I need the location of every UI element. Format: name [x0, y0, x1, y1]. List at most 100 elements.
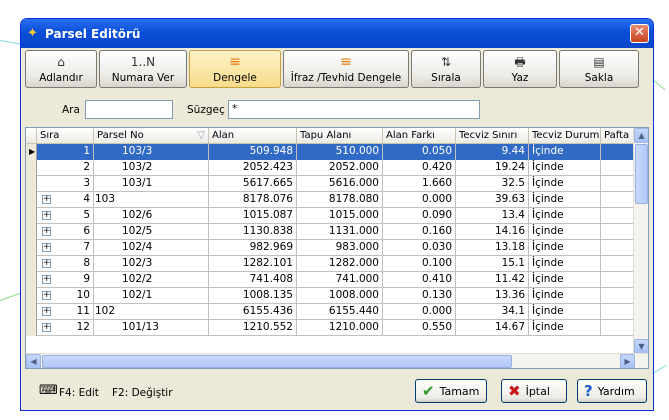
- cell-alan[interactable]: 2052.423: [209, 160, 297, 176]
- cell-alan[interactable]: 8178.076: [209, 192, 297, 208]
- cell-alan[interactable]: 509.948: [209, 144, 297, 160]
- cell-durum[interactable]: İçinde: [529, 224, 601, 240]
- yaz-button[interactable]: 🖶 Yaz: [483, 50, 557, 88]
- table-row[interactable]: 4 103 8178.076 8178.080 0.000 39.63 İçinde +: [26, 192, 641, 208]
- scroll-down-icon[interactable]: ▼: [634, 339, 648, 354]
- table-row[interactable]: 5 102/6 1015.087 1015.000 0.090 13.4 İçinde +: [26, 208, 641, 224]
- cell-sinir[interactable]: 9.44: [456, 144, 529, 160]
- cell-fark[interactable]: 0.160: [383, 224, 456, 240]
- table-row[interactable]: 12 101/13 1210.552 1210.000 0.550 14.67 İçinde…: [26, 320, 641, 336]
- cell-sinir[interactable]: 32.5: [456, 176, 529, 192]
- cell-fark[interactable]: 0.090: [383, 208, 456, 224]
- cell-tapu[interactable]: 741.000: [297, 272, 383, 288]
- expand-icon[interactable]: +: [42, 275, 51, 284]
- cell-parsel[interactable]: 103: [94, 192, 209, 208]
- cell-alan[interactable]: 1130.838: [209, 224, 297, 240]
- cell-tapu[interactable]: 5616.000: [297, 176, 383, 192]
- table-row[interactable]: 6 102/5 1130.838 1131.000 0.160 14.16 İçinde +: [26, 224, 641, 240]
- cell-parsel[interactable]: 102/1: [94, 288, 209, 304]
- cell-durum[interactable]: İçinde: [529, 208, 601, 224]
- cell-durum[interactable]: İçinde: [529, 304, 601, 320]
- expand-icon[interactable]: +: [42, 259, 51, 268]
- cell-parsel[interactable]: 102: [94, 304, 209, 320]
- ifraz-tevhid-dengele-button[interactable]: ≡ İfraz /Tevhid Dengele: [283, 50, 409, 88]
- table-row[interactable]: ▶ 1 103/3 509.948 510.000 0.050 9.44 İçinde: [26, 144, 641, 160]
- cell-durum[interactable]: İçinde: [529, 288, 601, 304]
- cell-fark[interactable]: 0.000: [383, 304, 456, 320]
- header-sira[interactable]: Sıra: [37, 128, 94, 144]
- cell-parsel[interactable]: 102/2: [94, 272, 209, 288]
- scroll-right-icon[interactable]: ▶: [620, 354, 635, 368]
- title-bar[interactable]: ✦ Parsel Editörü: [21, 19, 653, 48]
- expand-icon[interactable]: +: [42, 307, 51, 316]
- cell-durum[interactable]: İçinde: [529, 256, 601, 272]
- cell-fark[interactable]: 0.550: [383, 320, 456, 336]
- cell-alan[interactable]: 982.969: [209, 240, 297, 256]
- cell-tapu[interactable]: 1282.000: [297, 256, 383, 272]
- cell-sinir[interactable]: 34.1: [456, 304, 529, 320]
- cell-fark[interactable]: 1.660: [383, 176, 456, 192]
- cell-parsel[interactable]: 101/13: [94, 320, 209, 336]
- cell-alan[interactable]: 1008.135: [209, 288, 297, 304]
- table-row[interactable]: 9 102/2 741.408 741.000 0.410 11.42 İçinde +: [26, 272, 641, 288]
- cell-tapu[interactable]: 8178.080: [297, 192, 383, 208]
- header-tecviz-siniri[interactable]: Tecviz Sınırı: [456, 128, 529, 144]
- table-row[interactable]: 10 102/1 1008.135 1008.000 0.130 13.36 İçinde +: [26, 288, 641, 304]
- cell-parsel[interactable]: 102/5: [94, 224, 209, 240]
- cell-sira[interactable]: 3: [37, 176, 94, 192]
- expand-icon[interactable]: +: [42, 211, 51, 220]
- expand-icon[interactable]: +: [42, 291, 51, 300]
- cell-durum[interactable]: İçinde: [529, 240, 601, 256]
- table-row[interactable]: 7 102/4 982.969 983.000 0.030 13.18 İçinde +: [26, 240, 641, 256]
- cell-tapu[interactable]: 1131.000: [297, 224, 383, 240]
- cell-sira[interactable]: 2: [37, 160, 94, 176]
- cell-alan[interactable]: 1282.101: [209, 256, 297, 272]
- expand-icon[interactable]: +: [42, 195, 51, 204]
- suzgec-input[interactable]: *: [228, 100, 480, 119]
- cell-alan[interactable]: 1210.552: [209, 320, 297, 336]
- cell-sinir[interactable]: 15.1: [456, 256, 529, 272]
- cell-parsel[interactable]: 103/3: [94, 144, 209, 160]
- cell-parsel[interactable]: 102/3: [94, 256, 209, 272]
- cell-durum[interactable]: İçinde: [529, 320, 601, 336]
- cell-sinir[interactable]: 14.16: [456, 224, 529, 240]
- cell-parsel[interactable]: 103/2: [94, 160, 209, 176]
- cell-sira[interactable]: 1: [37, 144, 94, 160]
- cell-alan[interactable]: 1015.087: [209, 208, 297, 224]
- cell-tapu[interactable]: 983.000: [297, 240, 383, 256]
- header-parsel-no[interactable]: Parsel No ▽: [94, 128, 209, 144]
- sirala-button[interactable]: ⇅ Sırala: [411, 50, 481, 88]
- cell-tapu[interactable]: 6155.440: [297, 304, 383, 320]
- table-row[interactable]: 3 103/1 5617.665 5616.000 1.660 32.5 İçinde: [26, 176, 641, 192]
- tamam-button[interactable]: ✔ Tamam: [415, 379, 487, 403]
- cell-fark[interactable]: 0.410: [383, 272, 456, 288]
- cell-fark[interactable]: 0.130: [383, 288, 456, 304]
- header-tapu-alani[interactable]: Tapu Alanı: [297, 128, 383, 144]
- cell-durum[interactable]: İçinde: [529, 272, 601, 288]
- iptal-button[interactable]: ✖ İptal: [501, 379, 567, 403]
- sakla-button[interactable]: ▤ Sakla: [559, 50, 639, 88]
- expand-icon[interactable]: +: [42, 243, 51, 252]
- cell-parsel[interactable]: 102/6: [94, 208, 209, 224]
- cell-parsel[interactable]: 102/4: [94, 240, 209, 256]
- cell-alan[interactable]: 741.408: [209, 272, 297, 288]
- table-row[interactable]: 11 102 6155.436 6155.440 0.000 34.1 İçinde +: [26, 304, 641, 320]
- cell-sinir[interactable]: 14.67: [456, 320, 529, 336]
- header-tecviz-durum[interactable]: Tecviz Durum: [529, 128, 601, 144]
- cell-alan[interactable]: 6155.436: [209, 304, 297, 320]
- scroll-thumb[interactable]: [635, 144, 648, 204]
- cell-sinir[interactable]: 39.63: [456, 192, 529, 208]
- cell-fark[interactable]: 0.420: [383, 160, 456, 176]
- cell-sinir[interactable]: 13.36: [456, 288, 529, 304]
- vertical-scrollbar[interactable]: ▲ ▼: [633, 128, 648, 354]
- expand-icon[interactable]: +: [42, 227, 51, 236]
- cell-tapu[interactable]: 1015.000: [297, 208, 383, 224]
- parcel-grid[interactable]: Sıra Parsel No ▽ Alan Tapu Alanı Alan Far…: [25, 127, 649, 369]
- cell-fark[interactable]: 0.100: [383, 256, 456, 272]
- cell-tapu[interactable]: 1008.000: [297, 288, 383, 304]
- cell-sinir[interactable]: 19.24: [456, 160, 529, 176]
- cell-durum[interactable]: İçinde: [529, 192, 601, 208]
- horizontal-scrollbar[interactable]: ◀ ▶: [26, 353, 648, 368]
- dengele-button[interactable]: ≡ Dengele: [189, 50, 281, 88]
- horizontal-scroll-thumb[interactable]: [42, 355, 512, 368]
